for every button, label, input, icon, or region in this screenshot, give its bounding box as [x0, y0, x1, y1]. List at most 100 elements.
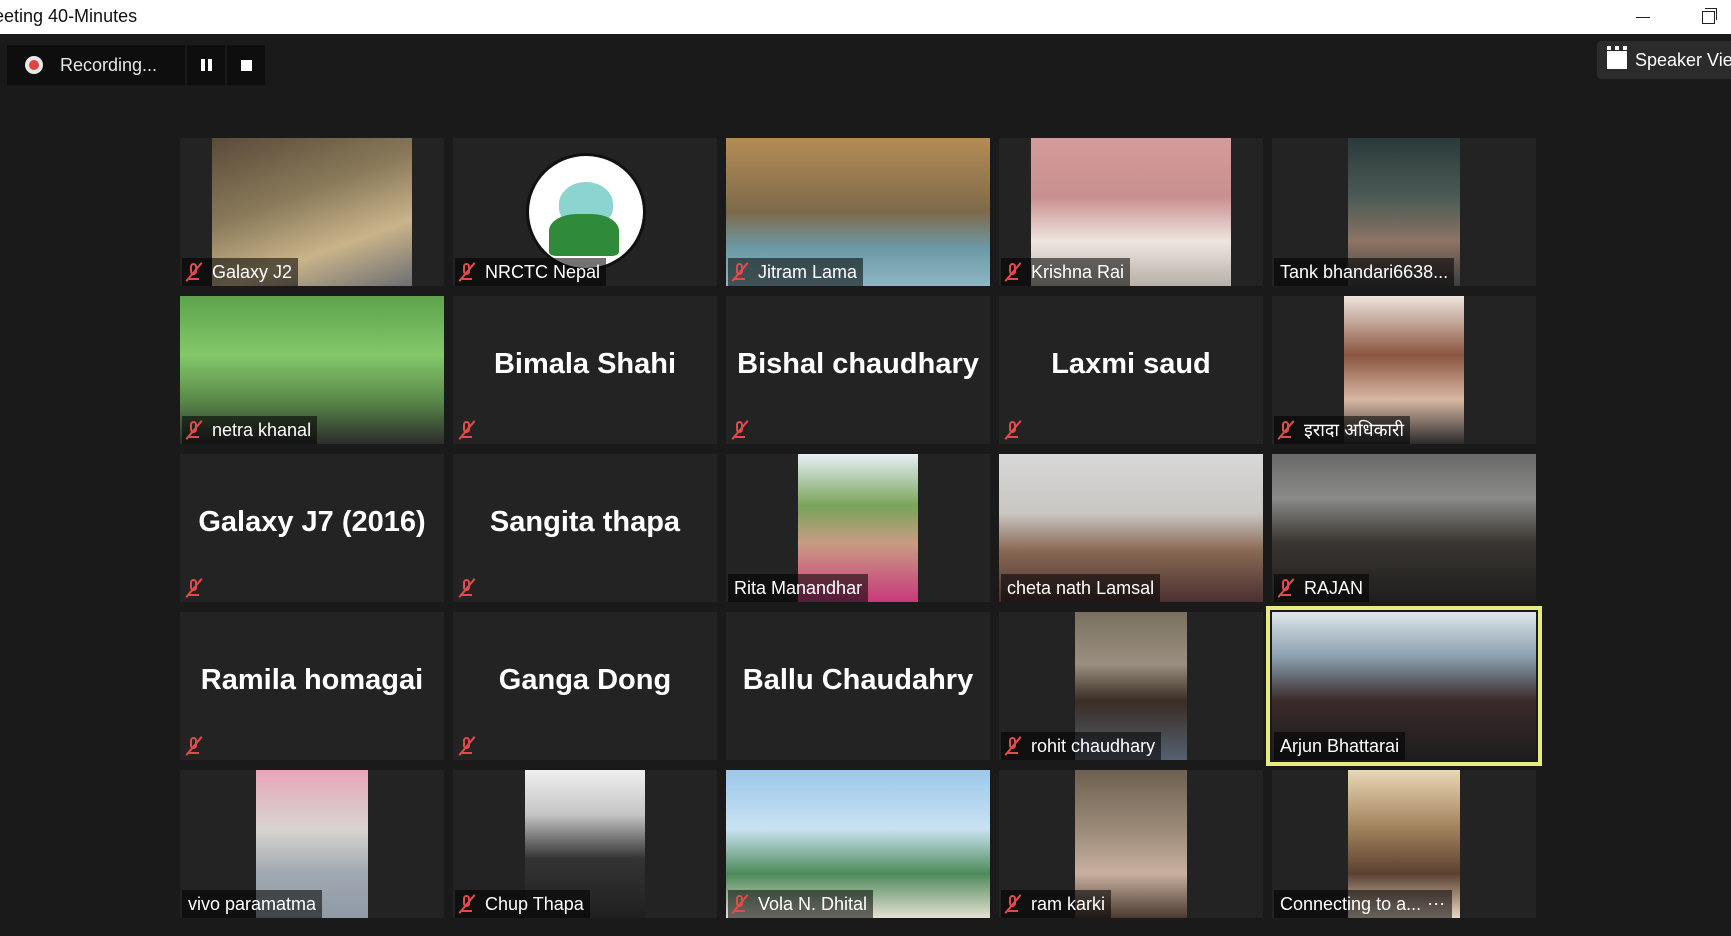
participant-name: Rita Manandhar: [734, 577, 863, 598]
participant-name-label: NRCTC Nepal: [455, 258, 607, 286]
muted-mic-icon: [185, 578, 203, 598]
muted-mic-icon: [1004, 894, 1022, 914]
participant-name: Connecting to a...: [1280, 893, 1422, 914]
more-dots-icon[interactable]: ⋯: [1427, 894, 1446, 915]
minimize-button[interactable]: [1620, 0, 1666, 34]
pause-icon: [200, 59, 212, 71]
recording-bar: Recording...: [7, 45, 265, 85]
participant-name: Galaxy J2: [212, 261, 293, 282]
participant-name: RAJAN: [1304, 577, 1364, 598]
participant-tile[interactable]: Vola N. Dhital: [726, 770, 990, 918]
participant-name-label: Vola N. Dhital: [728, 890, 874, 918]
recording-label: Recording...: [60, 54, 158, 75]
participant-name-label: Jitram Lama: [728, 258, 864, 286]
participant-display-name: Sangita thapa: [489, 506, 681, 538]
participant-display-name: Galaxy J7 (2016): [198, 506, 426, 538]
participant-name-label: [728, 416, 764, 444]
participant-name-label: netra khanal: [182, 416, 318, 444]
recording-status: Recording...: [7, 45, 185, 85]
muted-mic-icon: [1004, 262, 1022, 282]
participant-tile[interactable]: इरादा अधिकारी: [1272, 296, 1536, 444]
record-icon: [25, 56, 43, 74]
participant-name-label: Galaxy J2: [182, 258, 299, 286]
participant-tile[interactable]: Krishna Rai: [999, 138, 1263, 286]
muted-mic-icon: [731, 894, 749, 914]
participant-tile[interactable]: Ramila homagai: [180, 612, 444, 760]
participant-name-label: Tank bhandari6638...: [1274, 258, 1455, 286]
participant-name-label: [455, 416, 491, 444]
participant-name-label: [1001, 416, 1037, 444]
participant-tile[interactable]: Rita Manandhar: [726, 454, 990, 602]
participant-name: Tank bhandari6638...: [1280, 261, 1449, 282]
participant-tile[interactable]: Galaxy J2: [180, 138, 444, 286]
participant-tile[interactable]: Galaxy J7 (2016): [180, 454, 444, 602]
stop-recording-button[interactable]: [227, 45, 265, 85]
participant-tile[interactable]: Ballu Chaudahry: [726, 612, 990, 760]
participant-name-label: [182, 732, 218, 760]
participant-name: Vola N. Dhital: [758, 893, 868, 914]
minimize-icon: [1636, 16, 1650, 18]
participant-display-name: Ganga Dong: [498, 664, 672, 696]
participant-name-label: RAJAN: [1274, 574, 1370, 602]
participant-tile[interactable]: Jitram Lama: [726, 138, 990, 286]
participant-tile[interactable]: Sangita thapa: [453, 454, 717, 602]
participant-name-label: [455, 732, 491, 760]
participant-name-label: Arjun Bhattarai: [1274, 732, 1406, 760]
participant-name: Chup Thapa: [485, 893, 584, 914]
participant-name: इरादा अधिकारी: [1304, 420, 1405, 440]
muted-mic-icon: [458, 736, 476, 756]
participant-tile[interactable]: vivo paramatma: [180, 770, 444, 918]
speaker-view-icon: [1607, 46, 1627, 69]
participant-display-name: Ramila homagai: [200, 664, 424, 696]
muted-mic-icon: [458, 894, 476, 914]
pause-recording-button[interactable]: [187, 45, 225, 85]
participant-tile[interactable]: NRCTC Nepal: [453, 138, 717, 286]
participant-name-label: इरादा अधिकारी: [1274, 416, 1411, 444]
restore-button[interactable]: [1685, 0, 1731, 34]
participant-tile[interactable]: Arjun Bhattarai: [1266, 606, 1542, 766]
muted-mic-icon: [1277, 420, 1295, 440]
participant-name-label: Rita Manandhar: [728, 574, 869, 602]
participant-display-name: Bimala Shahi: [493, 348, 677, 380]
participant-name: Krishna Rai: [1031, 261, 1125, 282]
participant-name: netra khanal: [212, 419, 312, 440]
title-bar: eeting 40-Minutes: [0, 0, 1731, 34]
participant-display-name: Ballu Chaudahry: [742, 664, 974, 696]
participant-tile[interactable]: Tank bhandari6638...: [1272, 138, 1536, 286]
participant-tile[interactable]: cheta nath Lamsal: [999, 454, 1263, 602]
speaker-view-button[interactable]: Speaker Vie: [1597, 41, 1731, 79]
muted-mic-icon: [458, 262, 476, 282]
stop-icon: [240, 59, 252, 71]
muted-mic-icon: [1004, 736, 1022, 756]
participant-name-label: Krishna Rai: [1001, 258, 1131, 286]
participant-tile[interactable]: Ganga Dong: [453, 612, 717, 760]
participant-name: Jitram Lama: [758, 261, 858, 282]
muted-mic-icon: [1004, 420, 1022, 440]
participant-name-label: [455, 574, 491, 602]
participant-name: Arjun Bhattarai: [1280, 735, 1400, 756]
muted-mic-icon: [185, 736, 203, 756]
participant-tile[interactable]: RAJAN: [1272, 454, 1536, 602]
participant-tile[interactable]: Connecting to a... ⋯: [1272, 770, 1536, 918]
window-title: eeting 40-Minutes: [0, 6, 138, 26]
muted-mic-icon: [731, 262, 749, 282]
participant-tile[interactable]: Laxmi saud: [999, 296, 1263, 444]
participant-name: rohit chaudhary: [1031, 735, 1156, 756]
muted-mic-icon: [185, 420, 203, 440]
participant-name: ram karki: [1031, 893, 1106, 914]
muted-mic-icon: [1277, 578, 1295, 598]
muted-mic-icon: [185, 262, 203, 282]
organization-logo: [526, 153, 646, 271]
participant-tile[interactable]: Bimala Shahi: [453, 296, 717, 444]
participant-display-name: Laxmi saud: [1051, 348, 1211, 380]
participant-tile[interactable]: ram karki: [999, 770, 1263, 918]
participant-tile[interactable]: Chup Thapa: [453, 770, 717, 918]
muted-mic-icon: [458, 578, 476, 598]
participant-tile[interactable]: netra khanal: [180, 296, 444, 444]
muted-mic-icon: [731, 420, 749, 440]
participant-display-name: Bishal chaudhary: [737, 348, 979, 380]
participant-tile[interactable]: rohit chaudhary: [999, 612, 1263, 760]
participant-name-label: rohit chaudhary: [1001, 732, 1162, 760]
participant-name: vivo paramatma: [188, 893, 317, 914]
participant-tile[interactable]: Bishal chaudhary: [726, 296, 990, 444]
